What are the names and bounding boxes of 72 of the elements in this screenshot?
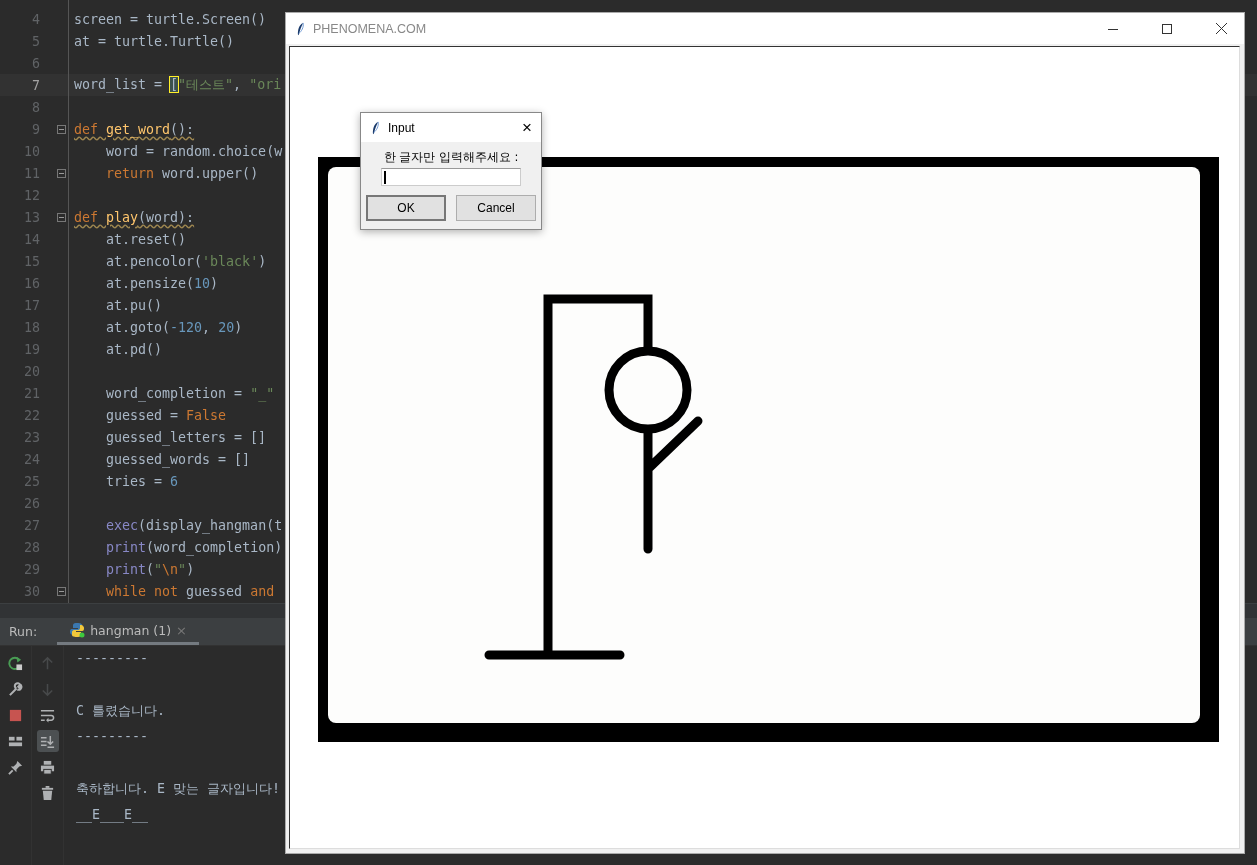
line-number: 7 xyxy=(31,77,40,93)
console-line: --------- xyxy=(76,650,149,668)
code-line: exec(display_hangman(t xyxy=(105,517,283,536)
code-line: screen = turtle.Screen() xyxy=(74,11,267,29)
line-number: 11 xyxy=(23,165,40,181)
dialog-button[interactable]: Cancel xyxy=(456,195,536,221)
line-number: 8 xyxy=(31,99,40,115)
line-number: 4 xyxy=(31,11,40,27)
code-line: print(word_completion) xyxy=(105,539,283,558)
feather-icon xyxy=(371,120,380,135)
console-line: --------- xyxy=(76,728,149,746)
line-number: 28 xyxy=(23,539,40,555)
code-line: word_completion = "_" xyxy=(105,385,275,404)
line-number: 20 xyxy=(23,363,40,379)
line-number: 27 xyxy=(23,517,40,533)
line-number: 21 xyxy=(23,385,40,401)
console-line: __E___E__ xyxy=(76,806,149,825)
line-number: 24 xyxy=(23,451,40,467)
code-line: at.pu() xyxy=(105,297,163,315)
text-cursor xyxy=(384,170,386,184)
code-line: return word.upper() xyxy=(105,165,259,183)
run-label: Run: xyxy=(9,624,38,639)
code-line: at.pd() xyxy=(105,341,163,359)
prompt-text: 한 글자만 입력해주세요 : xyxy=(382,150,520,165)
code-line: guessed_words = [] xyxy=(105,451,251,470)
fold-icon[interactable] xyxy=(57,212,66,222)
line-number: 9 xyxy=(31,121,40,137)
code-line: word_list = ["테스트", "ori xyxy=(74,76,282,95)
line-number: 23 xyxy=(23,429,40,445)
line-number: 6 xyxy=(31,55,40,71)
dialog-title: Input xyxy=(388,120,416,135)
code-line: at = turtle.Turtle() xyxy=(74,33,235,51)
feather-icon xyxy=(296,21,305,36)
window-title: PHENOMENA.COM xyxy=(313,21,428,36)
line-number: 13 xyxy=(23,209,40,225)
run-tab[interactable]: hangman (1) × xyxy=(57,618,199,645)
code-line: tries = 6 xyxy=(105,473,179,491)
line-number: 22 xyxy=(23,407,40,423)
line-number: 29 xyxy=(23,561,40,577)
line-number: 25 xyxy=(23,473,40,489)
close-icon[interactable]: × xyxy=(513,117,541,138)
line-number: 16 xyxy=(23,275,40,291)
line-number: 14 xyxy=(23,231,40,247)
line-number: 12 xyxy=(23,187,40,203)
code-line: def get_word(): xyxy=(74,121,195,140)
code-line: at.pencolor('black') xyxy=(105,253,267,271)
code-line: at.goto(-120, 20) xyxy=(105,319,243,337)
line-number: 10 xyxy=(23,143,40,159)
code-line: at.reset() xyxy=(105,231,187,249)
line-number: 17 xyxy=(23,297,40,313)
code-line: def play(word): xyxy=(74,209,195,227)
code-line: while not guessed and xyxy=(105,583,275,601)
fold-icon[interactable] xyxy=(57,168,66,178)
console-line: 축하합니다. E 맞는 글자입니다! xyxy=(76,780,281,798)
line-number: 15 xyxy=(23,253,40,269)
fold-icon[interactable] xyxy=(57,586,66,596)
code-line: guessed = False xyxy=(105,407,227,425)
console-line: C 틀렸습니다. xyxy=(76,702,166,720)
dialog-button[interactable]: OK xyxy=(366,195,446,221)
line-number: 30 xyxy=(23,583,40,599)
fold-icon[interactable] xyxy=(57,124,66,134)
line-number: 26 xyxy=(23,495,40,511)
input-field[interactable] xyxy=(381,168,521,186)
code-line: guessed_letters = [] xyxy=(105,429,267,448)
scroll-end-icon[interactable] xyxy=(36,730,59,752)
code-line: print("\n") xyxy=(105,561,195,579)
code-line: word = random.choice(w xyxy=(105,143,283,161)
line-number: 18 xyxy=(23,319,40,335)
python-icon xyxy=(69,622,86,638)
line-number: 19 xyxy=(23,341,40,357)
code-line: at.pensize(10) xyxy=(105,275,219,293)
line-number: 5 xyxy=(31,33,40,49)
